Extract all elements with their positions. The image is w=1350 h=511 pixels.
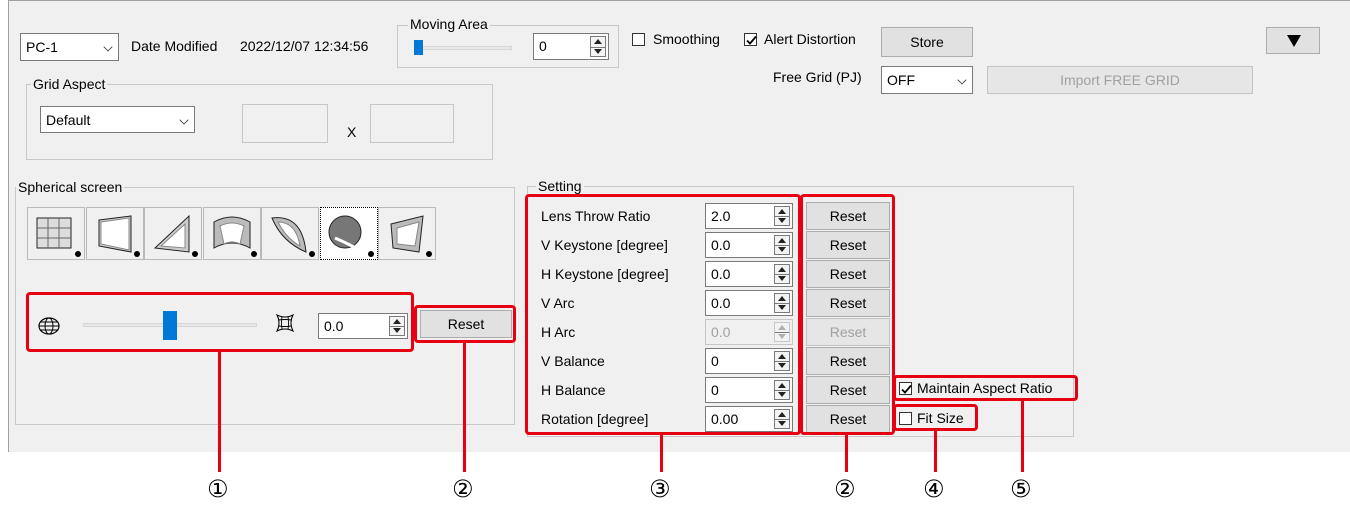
- callout-number-3: ③: [649, 475, 671, 503]
- shape-button-4[interactable]: [261, 207, 319, 260]
- angled-screen-icon: [153, 214, 198, 257]
- smoothing-label: Smoothing: [653, 31, 720, 47]
- curved-screen-icon: [271, 217, 315, 257]
- callout-number-1: ①: [207, 475, 229, 503]
- callout-box-reset-column: [800, 194, 895, 435]
- smoothing-checkbox[interactable]: [632, 33, 645, 46]
- spinner-arrows[interactable]: [590, 36, 606, 57]
- grid-x-label: X: [347, 124, 357, 140]
- grid-width-field[interactable]: [242, 104, 328, 143]
- flat-grid-icon: [36, 217, 81, 257]
- moving-area-title: Moving Area: [408, 16, 490, 32]
- grid-aspect-title: Grid Aspect: [31, 76, 108, 92]
- callout-line-2a: [463, 341, 466, 472]
- shape-button-5[interactable]: [319, 207, 378, 260]
- free-grid-label: Free Grid (PJ): [773, 69, 862, 85]
- menu-dropdown-button[interactable]: [1266, 27, 1320, 54]
- callout-box-reset-left: [414, 305, 516, 343]
- alert-distortion-checkbox[interactable]: [744, 33, 757, 46]
- moving-area-spinner[interactable]: 0: [533, 33, 609, 60]
- callout-line-1: [218, 350, 221, 472]
- store-button-label: Store: [910, 34, 944, 50]
- pc-select[interactable]: PC-1: [20, 33, 119, 61]
- shape-button-6[interactable]: [378, 207, 436, 260]
- alert-distortion-label: Alert Distortion: [764, 31, 856, 47]
- shape-button-3[interactable]: [202, 207, 261, 260]
- callout-box-slider: [26, 292, 414, 352]
- chevron-down-icon: [179, 115, 189, 125]
- dome-screen-icon: [328, 215, 374, 257]
- grid-aspect-select[interactable]: Default: [40, 106, 195, 133]
- callout-line-4: [934, 429, 937, 472]
- callout-line-2b: [845, 433, 848, 472]
- date-modified-label: Date Modified: [131, 38, 218, 54]
- spherical-screen-title: Spherical screen: [16, 179, 125, 195]
- store-button[interactable]: Store: [881, 27, 973, 57]
- grid-aspect-value: Default: [46, 112, 91, 128]
- setting-title: Setting: [536, 178, 584, 194]
- shape-button-2[interactable]: [144, 207, 202, 260]
- chevron-down-icon: [103, 42, 113, 52]
- free-grid-value: OFF: [887, 72, 915, 88]
- free-grid-select[interactable]: OFF: [881, 66, 973, 94]
- callout-box-fit-size: [893, 404, 978, 431]
- date-modified-value: 2022/12/07 12:34:56: [240, 38, 369, 54]
- callout-number-4: ④: [923, 475, 945, 503]
- callout-box-settings: [525, 194, 801, 435]
- pc-select-value: PC-1: [26, 39, 58, 55]
- flat-screen-icon: [98, 215, 140, 257]
- moving-area-slider-track[interactable]: [416, 46, 512, 50]
- callout-number-2: ②: [452, 475, 474, 503]
- callout-box-maintain-aspect: [893, 375, 1078, 401]
- callout-line-3: [660, 433, 663, 472]
- moving-area-value: 0: [539, 38, 547, 54]
- import-free-grid-label: Import FREE GRID: [1060, 72, 1180, 88]
- callout-number-5: ⑤: [1010, 475, 1032, 503]
- chevron-down-icon: [957, 75, 967, 85]
- grid-height-field[interactable]: [370, 104, 454, 143]
- callout-number-2-right: ②: [834, 475, 856, 503]
- callout-line-5: [1021, 399, 1024, 472]
- shape-button-0[interactable]: [27, 207, 85, 260]
- import-free-grid-button[interactable]: Import FREE GRID: [987, 66, 1253, 94]
- tilted-screen-icon: [390, 215, 432, 257]
- cylinder-screen-icon: [213, 216, 257, 257]
- moving-area-slider-thumb[interactable]: [414, 40, 423, 55]
- shape-button-1[interactable]: [85, 207, 144, 260]
- triangle-down-icon: [1287, 35, 1301, 47]
